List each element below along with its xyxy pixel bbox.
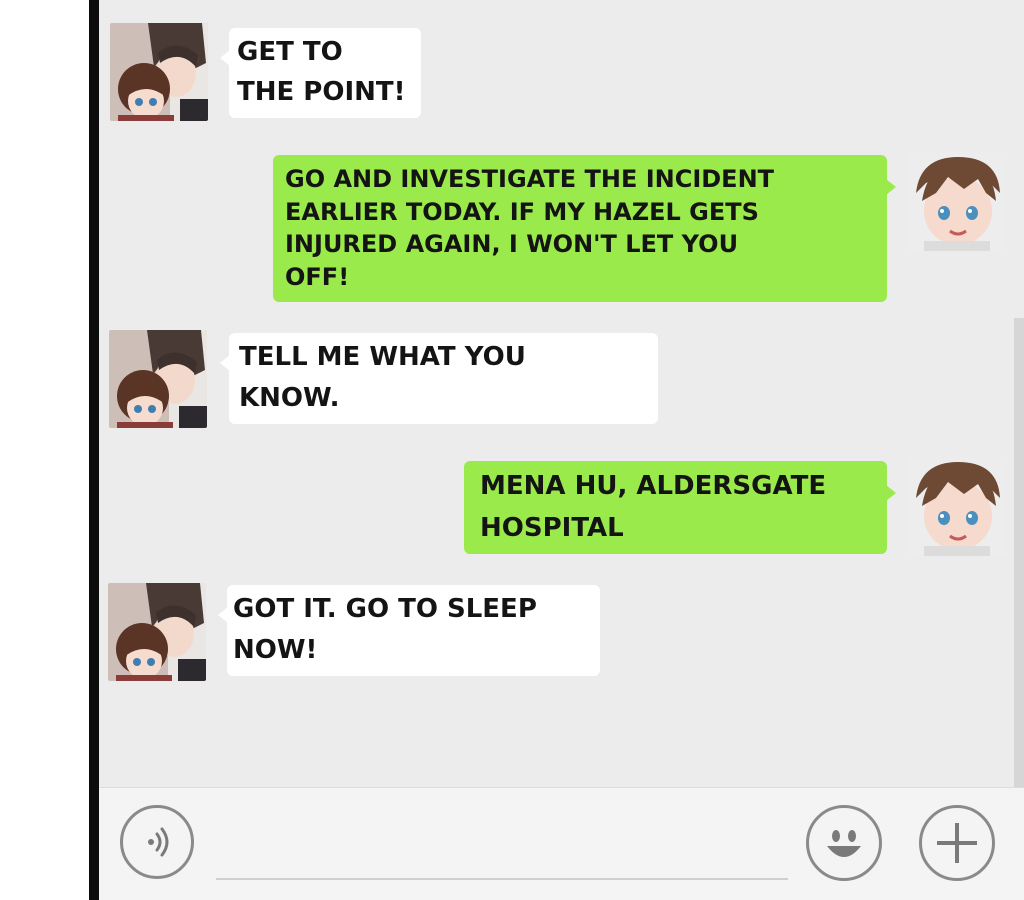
plus-icon bbox=[934, 820, 980, 866]
voice-wave-icon bbox=[137, 822, 177, 862]
chat-scrollbar[interactable] bbox=[1014, 318, 1024, 787]
message-input-field[interactable] bbox=[216, 878, 788, 880]
message-bubble[interactable]: MENA HU, ALDERSGATE HOSPITAL bbox=[464, 461, 896, 554]
contact-avatar[interactable] bbox=[108, 583, 206, 681]
page-margin bbox=[0, 0, 89, 900]
message-input-bar bbox=[99, 787, 1024, 900]
add-button[interactable] bbox=[919, 805, 995, 881]
message-bubble[interactable]: TELL ME WHAT YOU KNOW. bbox=[220, 333, 658, 424]
message-text: MENA HU, ALDERSGATE HOSPITAL bbox=[480, 471, 827, 543]
voice-button[interactable] bbox=[120, 805, 194, 879]
contact-avatar[interactable] bbox=[110, 23, 208, 121]
user-avatar[interactable] bbox=[908, 153, 1006, 251]
panel-border bbox=[89, 0, 99, 900]
message-bubble[interactable]: GOT IT. GO TO SLEEP NOW! bbox=[218, 585, 600, 676]
message-text: GO AND INVESTIGATE THE INCIDENT EARLIER … bbox=[285, 165, 775, 291]
emoji-button[interactable] bbox=[806, 805, 882, 881]
user-avatar[interactable] bbox=[908, 458, 1006, 556]
message-text: GOT IT. GO TO SLEEP NOW! bbox=[233, 594, 537, 665]
smiley-face-icon bbox=[819, 818, 869, 868]
message-text: GET TO THE POINT! bbox=[237, 37, 406, 107]
contact-avatar[interactable] bbox=[109, 330, 207, 428]
message-bubble[interactable]: GET TO THE POINT! bbox=[220, 28, 421, 118]
message-bubble[interactable]: GO AND INVESTIGATE THE INCIDENT EARLIER … bbox=[273, 155, 896, 302]
message-text: TELL ME WHAT YOU KNOW. bbox=[239, 342, 526, 413]
